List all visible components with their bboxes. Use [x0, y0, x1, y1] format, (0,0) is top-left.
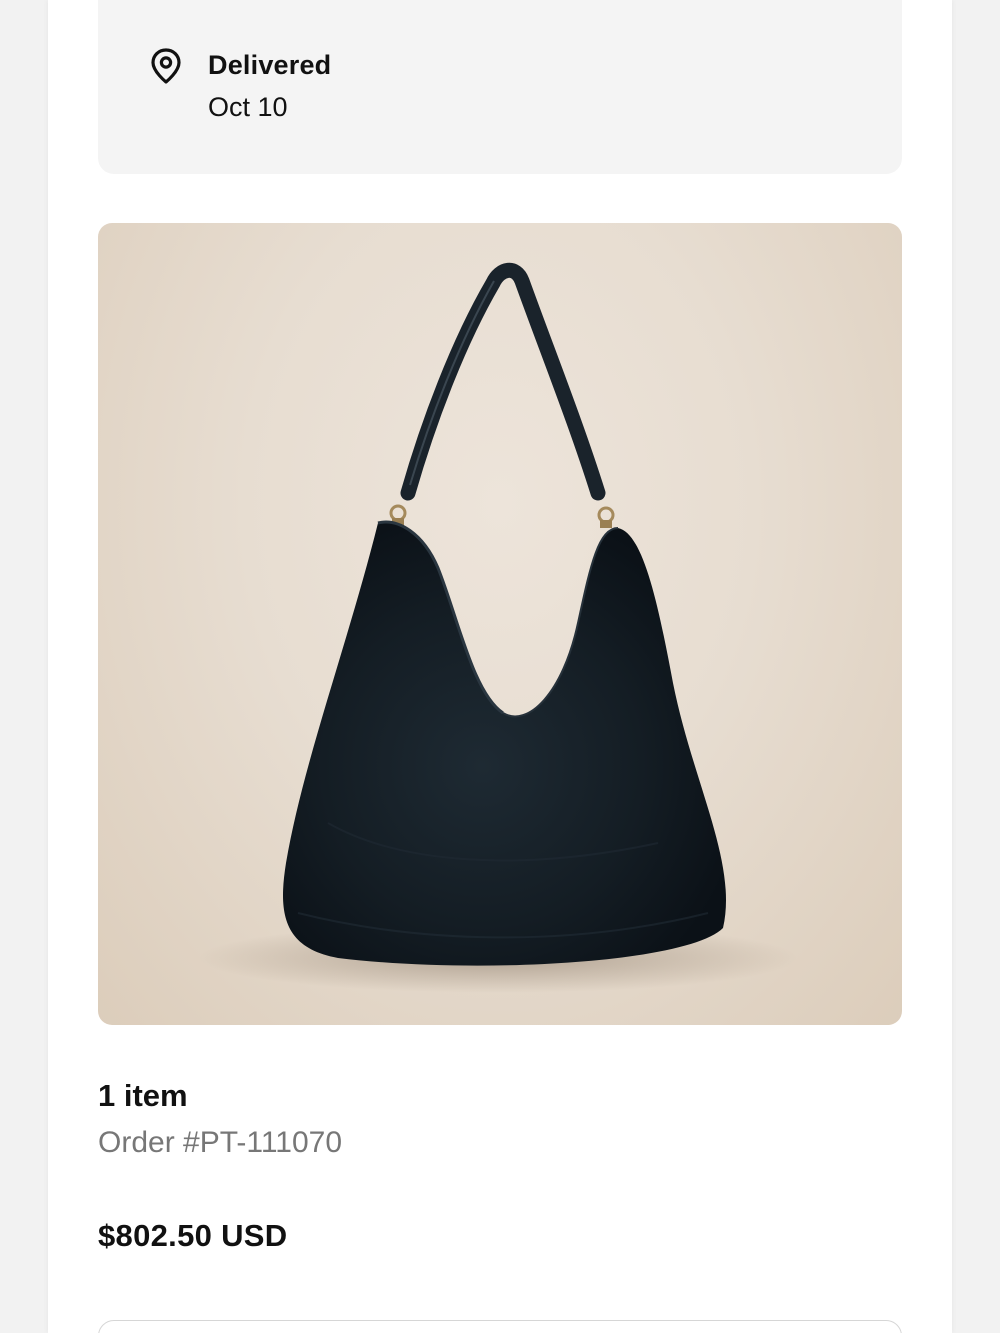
- delivery-status-card: Delivered Oct 10: [98, 0, 902, 174]
- location-pin-icon: [150, 48, 182, 84]
- product-image[interactable]: [98, 223, 902, 1025]
- order-total: $802.50 USD: [98, 1218, 288, 1253]
- delivery-status: Delivered: [208, 50, 332, 80]
- items-count: 1 item: [98, 1078, 188, 1113]
- order-number: Order #PT-111070: [98, 1126, 343, 1159]
- delivery-date: Oct 10: [208, 92, 288, 122]
- next-section-card[interactable]: [98, 1320, 902, 1333]
- order-details-page: Delivered Oct 10 1 item Order #PT-111070…: [48, 0, 952, 1333]
- handbag-illustration: [198, 262, 798, 993]
